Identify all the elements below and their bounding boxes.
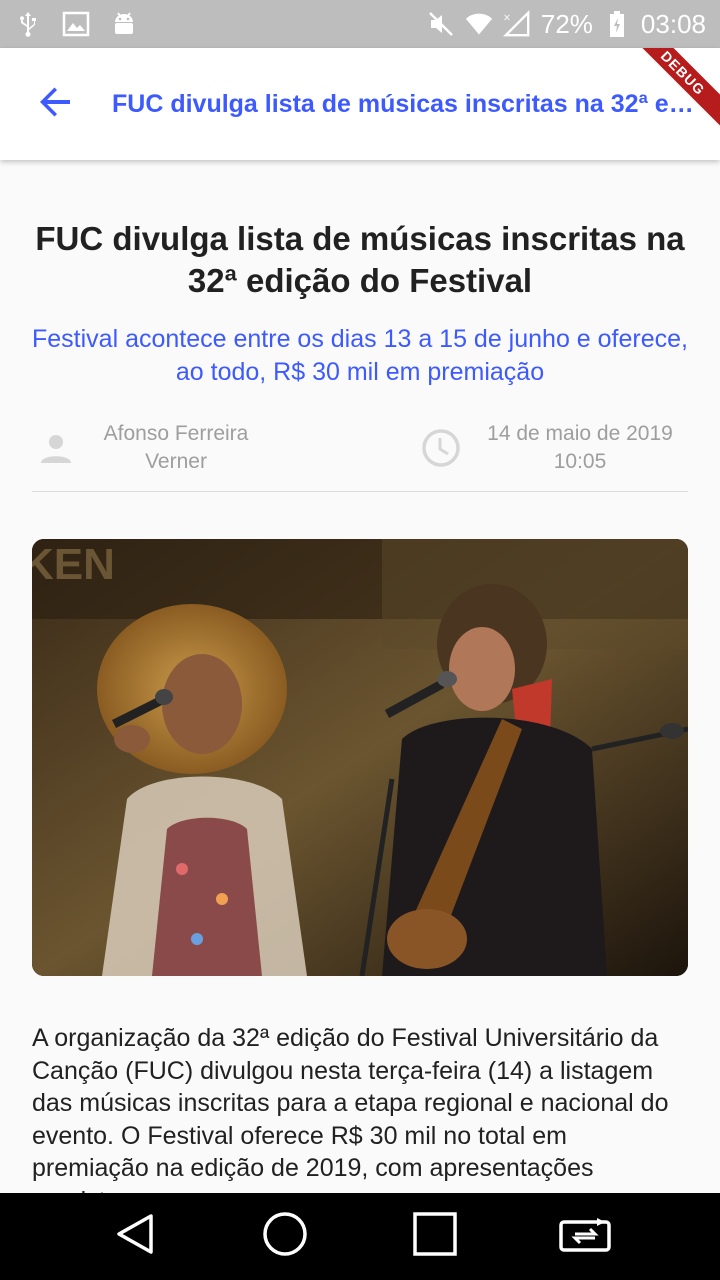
triangle-back-icon [113,1212,157,1261]
clock: 03:08 [640,8,706,39]
clock-icon [420,427,462,469]
arrow-back-icon [38,84,74,125]
nav-home-button[interactable] [245,1197,325,1277]
image-icon [62,10,90,38]
mute-icon [427,10,455,38]
circle-home-icon [261,1210,309,1263]
article-body: A organização da 32ª edição do Festival … [32,1024,669,1193]
nav-rotate-button[interactable] [545,1197,625,1277]
android-icon [110,10,138,38]
nav-back-button[interactable] [95,1197,175,1277]
article-headline: FUC divulga lista de músicas inscritas n… [35,220,685,299]
status-bar: × 72% 03:08 [0,0,720,48]
article-photo: KEN [32,539,688,976]
svg-text:×: × [503,12,511,23]
article-subheadline: Festival acontece entre os dias 13 a 15 … [32,325,688,386]
person-icon [38,430,74,471]
square-recents-icon [412,1211,458,1262]
battery-percent: 72% [540,8,593,39]
usb-icon [14,10,42,38]
battery-icon [603,10,631,38]
article-meta: Afonso Ferreira Verner 14 de maio de 201… [32,418,688,492]
rotate-screen-icon [557,1214,613,1259]
wifi-icon [465,10,493,38]
navigation-bar [0,1193,720,1280]
app-bar-title: FUC divulga lista de músicas inscritas n… [112,89,708,118]
svg-text:KEN: KEN [32,540,115,589]
author-name: Afonso Ferreira Verner [103,422,249,473]
back-button[interactable] [0,48,112,160]
article-scroll-view[interactable]: FUC divulga lista de músicas inscritas n… [0,160,720,1193]
publish-date: 14 de maio de 2019 10:05 [487,422,673,473]
app-bar: FUC divulga lista de músicas inscritas n… [0,48,720,160]
date-block: 14 de maio de 2019 10:05 [420,418,688,478]
author-block: Afonso Ferreira Verner [32,418,362,478]
nav-recents-button[interactable] [395,1197,475,1277]
signal-icon: × [502,10,531,38]
